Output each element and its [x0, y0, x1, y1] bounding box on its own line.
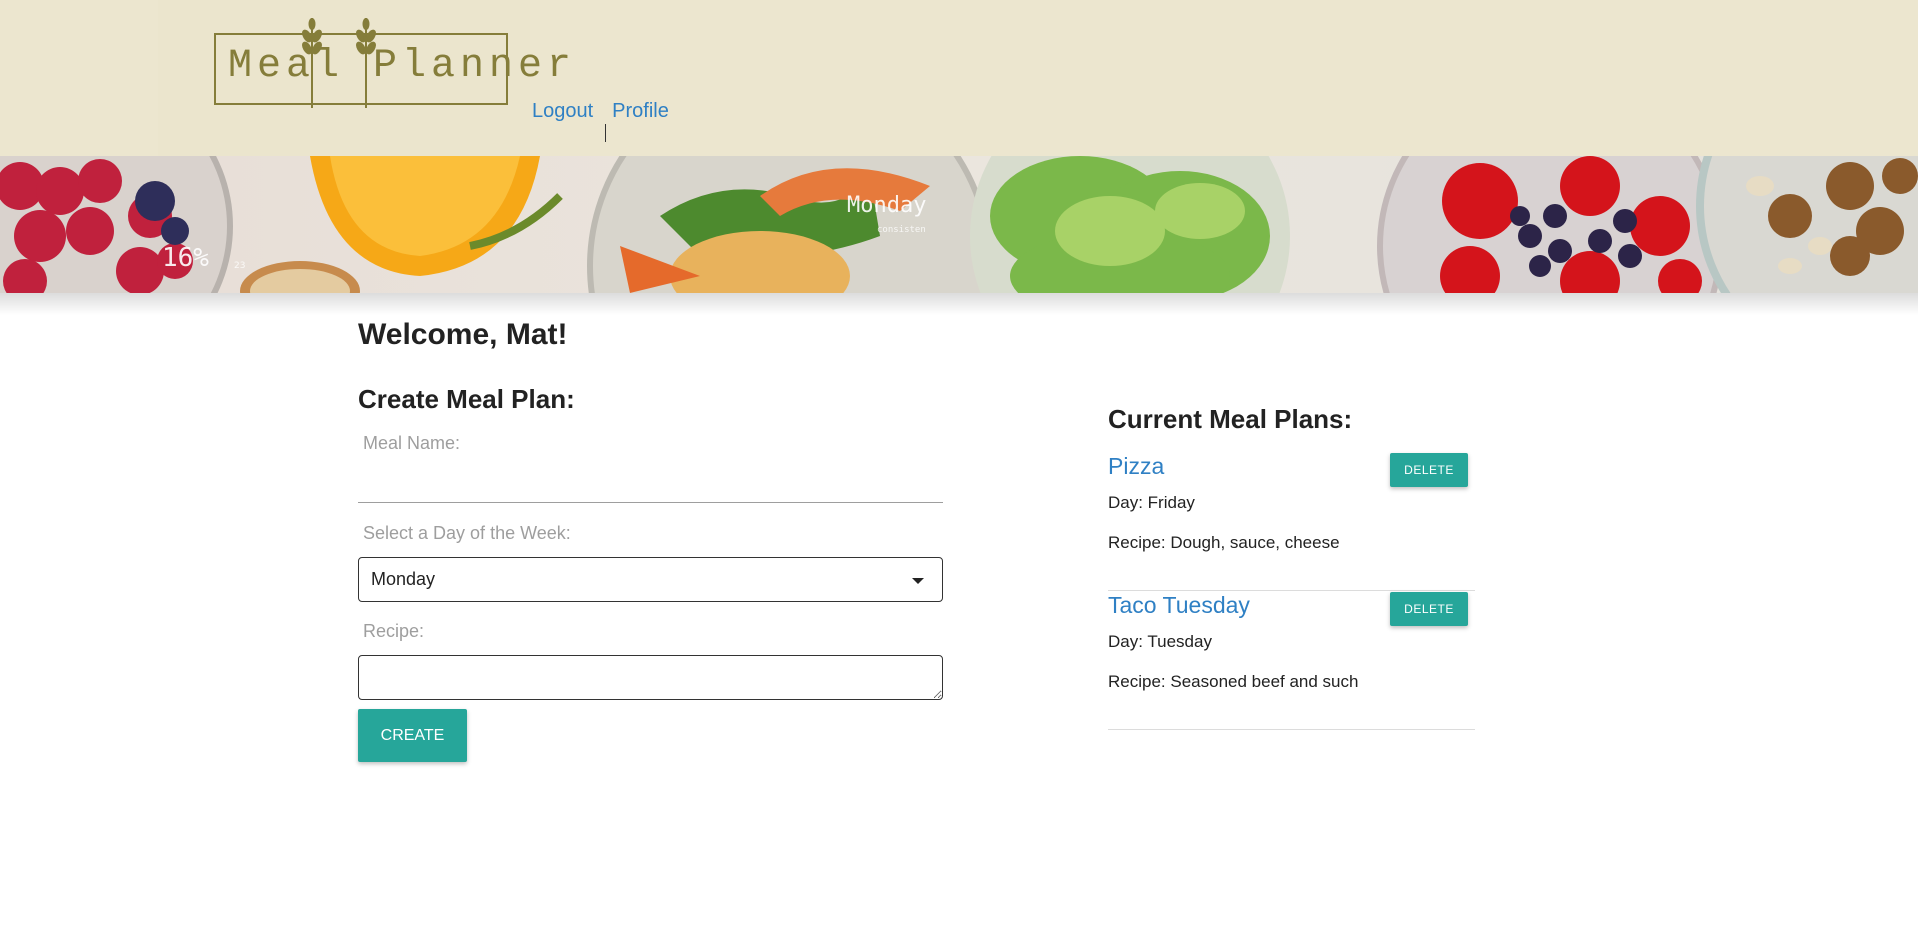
food-banner-image: 16% 23 Monday consisten: [0, 156, 1918, 293]
day-select-value: Monday: [371, 569, 436, 589]
banner-percent: 16%: [162, 243, 209, 273]
delete-button[interactable]: DELETE: [1390, 453, 1468, 487]
meal-plan-card: Pizza DELETE Day: Friday Recipe: Dough, …: [1108, 453, 1475, 591]
day-select-label: Select a Day of the Week:: [363, 523, 571, 543]
recipe-textarea[interactable]: [358, 655, 943, 700]
logo[interactable]: Meal Planner: [158, 0, 571, 156]
meal-plan-day: Day: Tuesday: [1108, 632, 1212, 651]
meal-plan-card: Taco Tuesday DELETE Day: Tuesday Recipe:…: [1108, 592, 1475, 730]
meal-plan-name-link[interactable]: Taco Tuesday: [1108, 592, 1250, 619]
site-header: Meal Planner Logout Profile: [0, 0, 1918, 156]
meal-name-input[interactable]: [358, 465, 943, 503]
banner-shadow: [0, 293, 1918, 315]
meal-plan-recipe: Recipe: Seasoned beef and such: [1108, 672, 1359, 691]
banner-day: Monday: [847, 193, 926, 218]
text-cursor: [605, 124, 606, 142]
meal-plan-day: Day: Friday: [1108, 493, 1195, 512]
dropdown-arrow-icon: [912, 578, 924, 584]
top-nav: Logout Profile: [532, 100, 669, 123]
create-meal-plan-heading: Create Meal Plan:: [358, 384, 575, 414]
meal-plan-recipe: Recipe: Dough, sauce, cheese: [1108, 533, 1340, 552]
banner-small-number: 23: [234, 261, 245, 271]
logout-link[interactable]: Logout: [532, 100, 593, 123]
welcome-heading: Welcome, Mat!: [358, 318, 568, 351]
logo-text: Meal Planner: [228, 44, 577, 89]
current-meal-plans-heading: Current Meal Plans:: [1108, 404, 1353, 434]
meal-name-label: Meal Name:: [363, 433, 461, 453]
day-select[interactable]: Monday: [358, 557, 943, 602]
food-banner: 16% 23 Monday consisten: [0, 156, 1918, 293]
meal-plan-name-link[interactable]: Pizza: [1108, 453, 1164, 480]
banner-small-text: consisten: [877, 225, 926, 235]
create-button[interactable]: CREATE: [358, 709, 467, 762]
profile-link[interactable]: Profile: [612, 100, 669, 123]
delete-button[interactable]: DELETE: [1390, 592, 1468, 626]
recipe-label: Recipe:: [363, 621, 425, 641]
